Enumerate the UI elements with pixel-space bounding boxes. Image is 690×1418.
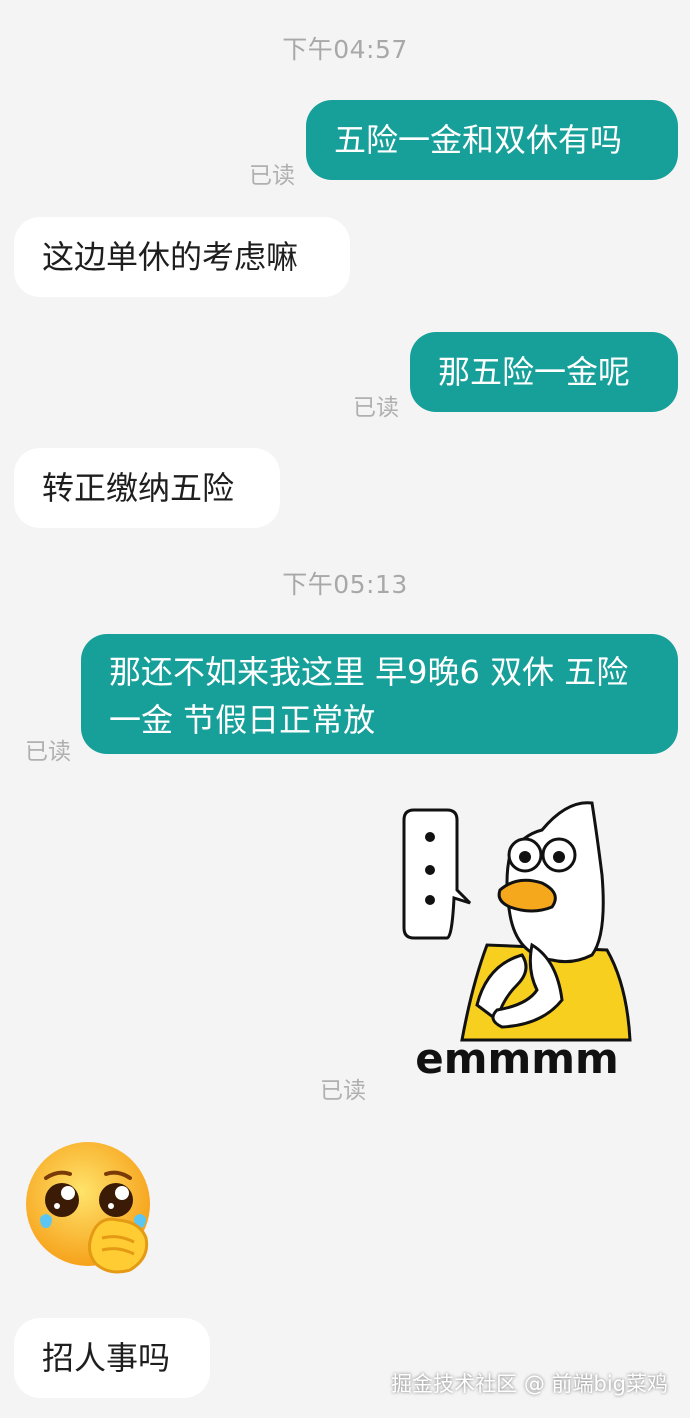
- message-bubble-incoming[interactable]: 招人事吗: [14, 1318, 210, 1398]
- message-bubble-incoming[interactable]: 转正缴纳五险: [14, 448, 280, 528]
- read-receipt: 已读: [249, 163, 295, 189]
- sticker-message[interactable]: emmmm: [392, 795, 642, 1095]
- read-receipt: 已读: [320, 1078, 366, 1104]
- watermark: 掘金技术社区 @ 前端big菜鸡: [391, 1372, 668, 1396]
- message-bubble-outgoing[interactable]: 那五险一金呢: [410, 332, 678, 412]
- read-receipt: 已读: [25, 739, 71, 765]
- message-bubble-incoming[interactable]: 这边单休的考虑嘛: [14, 217, 350, 297]
- read-receipt: 已读: [353, 395, 399, 421]
- timestamp: 下午04:57: [282, 35, 408, 64]
- timestamp: 下午05:13: [282, 570, 408, 599]
- duck-sticker-image: emmmm: [402, 801, 632, 1083]
- message-bubble-outgoing[interactable]: 那还不如来我这里 早9晚6 双休 五险一金 节假日正常放: [81, 634, 678, 754]
- pleading-face-icon: [26, 1142, 150, 1274]
- emoji-message[interactable]: [22, 1138, 160, 1276]
- message-bubble-outgoing[interactable]: 五险一金和双休有吗: [306, 100, 678, 180]
- sticker-caption: emmmm: [415, 1034, 619, 1083]
